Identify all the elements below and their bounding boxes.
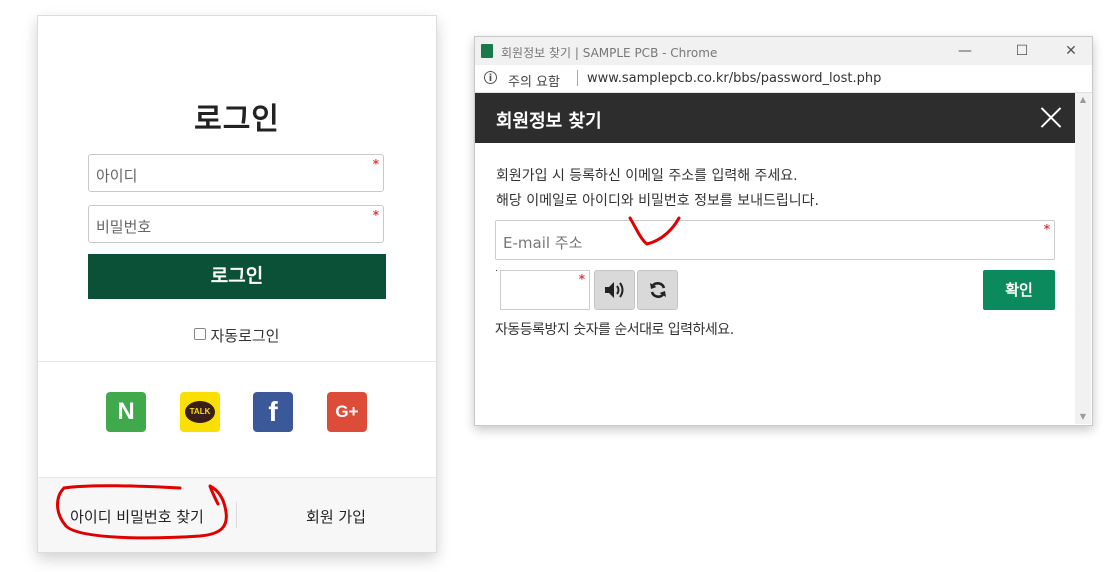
id-input[interactable]: 아이디 * [88, 154, 384, 192]
required-mark: * [372, 208, 379, 222]
window-title: 회원정보 찾기 | SAMPLE PCB - Chrome [501, 46, 718, 60]
email-placeholder: E-mail 주소 [503, 234, 583, 252]
kakao-talk-icon[interactable]: TALK [180, 392, 220, 432]
close-window-icon[interactable]: ✕ [1056, 41, 1086, 61]
find-info-popup-window: 회원정보 찾기 | SAMPLE PCB - Chrome — ☐ ✕ i 주의… [474, 36, 1093, 426]
auto-login[interactable]: 자동로그인 [38, 325, 436, 346]
google-glyph: G+ [335, 402, 359, 421]
scrollbar[interactable]: ▲ ▼ [1075, 93, 1091, 424]
login-title: 로그인 [194, 102, 280, 137]
email-input[interactable]: E-mail 주소 * [495, 220, 1055, 260]
speaker-glyph [604, 282, 623, 298]
password-input[interactable]: 비밀번호 * [88, 205, 384, 243]
facebook-glyph: f [268, 396, 278, 427]
join-link[interactable]: 회원 가입 [237, 506, 435, 527]
maximize-icon[interactable]: ☐ [1007, 41, 1037, 61]
naver-icon[interactable]: N [106, 392, 146, 432]
required-mark: * [1043, 222, 1050, 236]
password-placeholder: 비밀번호 [96, 218, 152, 236]
find-id-password-link[interactable]: 아이디 비밀번호 찾기 [38, 506, 236, 527]
captcha-image: . [495, 264, 498, 274]
kakao-bubble: TALK [185, 401, 215, 423]
description-line-1: 회원가입 시 등록하신 이메일 주소를 입력해 주세요. [496, 168, 798, 184]
close-icon[interactable] [1040, 106, 1062, 128]
security-warning[interactable]: 주의 요함 [508, 71, 560, 90]
id-placeholder: 아이디 [96, 167, 138, 185]
captcha-input[interactable]: * [500, 270, 590, 310]
scroll-up-icon[interactable]: ▲ [1075, 93, 1091, 107]
info-icon[interactable]: i [484, 71, 497, 84]
naver-glyph: N [117, 398, 135, 425]
refresh-icon[interactable] [637, 270, 678, 310]
facebook-icon[interactable]: f [253, 392, 293, 432]
site-favicon-icon [481, 44, 493, 58]
captcha-help-text: 자동등록방지 숫자를 순서대로 입력하세요. [495, 322, 734, 338]
login-footer: 아이디 비밀번호 찾기 회원 가입 [38, 477, 436, 552]
window-titlebar: 회원정보 찾기 | SAMPLE PCB - Chrome — ☐ ✕ [475, 37, 1092, 65]
divider [38, 361, 436, 362]
modal-header: 회원정보 찾기 [475, 93, 1075, 143]
required-mark: * [372, 157, 379, 171]
refresh-glyph [649, 282, 666, 298]
auto-login-label: 자동로그인 [210, 327, 280, 345]
address-bar: i 주의 요함 www.samplepcb.co.kr/bbs/password… [475, 65, 1092, 93]
speaker-icon[interactable] [594, 270, 635, 310]
confirm-button[interactable]: 확인 [983, 270, 1055, 310]
modal-title: 회원정보 찾기 [496, 111, 602, 132]
url-text[interactable]: www.samplepcb.co.kr/bbs/password_lost.ph… [587, 71, 881, 86]
description-line-2: 해당 이메일로 아이디와 비밀번호 정보를 보내드립니다. [496, 193, 819, 209]
minimize-icon[interactable]: — [950, 41, 980, 61]
login-card: 로그인 아이디 * 비밀번호 * 로그인 자동로그인 N TALK f G+ 아… [37, 15, 437, 553]
login-button[interactable]: 로그인 [88, 254, 386, 299]
google-plus-icon[interactable]: G+ [327, 392, 367, 432]
auto-login-checkbox[interactable] [194, 327, 207, 340]
address-divider [577, 70, 578, 86]
required-mark: * [578, 272, 585, 286]
scroll-down-icon[interactable]: ▼ [1075, 410, 1091, 424]
